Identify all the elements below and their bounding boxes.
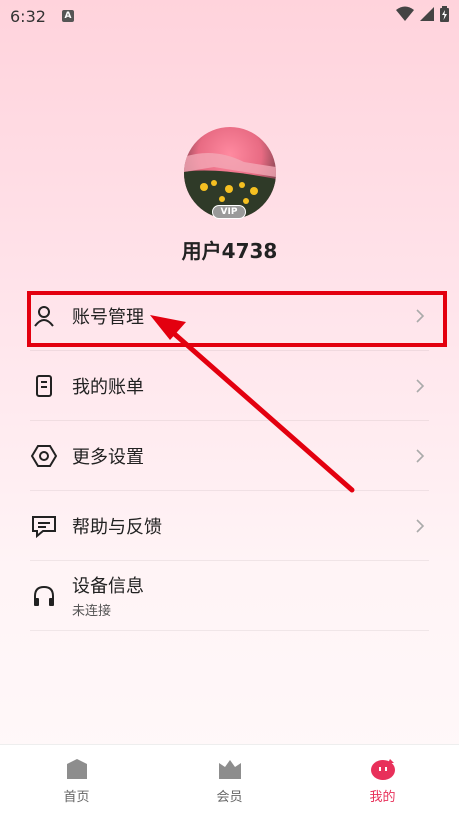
tab-home[interactable]: 首页 (0, 745, 153, 816)
tab-label: 会员 (216, 790, 243, 805)
tab-label: 我的 (369, 790, 396, 805)
crown-icon (217, 756, 243, 782)
profile-face-icon (370, 756, 396, 782)
tab-membership[interactable]: 会员 (153, 745, 306, 816)
tab-label: 首页 (63, 790, 90, 805)
bottom-tab-bar: 首页 会员 我的 (0, 744, 459, 816)
annotation-arrow (150, 315, 355, 493)
home-icon (64, 756, 90, 782)
tab-mine[interactable]: 我的 (306, 745, 459, 816)
